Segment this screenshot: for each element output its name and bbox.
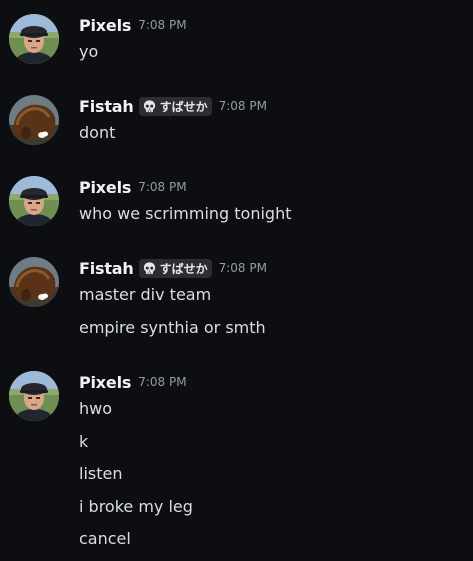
pixels-avatar-icon[interactable]	[9, 371, 59, 421]
timestamp: 7:08 PM	[218, 261, 267, 275]
message-text: dont	[79, 123, 116, 142]
message-text: who we scrimming tonight	[79, 204, 292, 223]
username[interactable]: Fistah	[79, 259, 134, 278]
timestamp: 7:08 PM	[138, 180, 187, 194]
message-text: empire synthia or smth	[79, 318, 266, 337]
message-header: Pixels 7:08 PM	[79, 176, 187, 198]
server-tag-label: すばせか	[159, 99, 208, 114]
timestamp: 7:08 PM	[138, 18, 187, 32]
pixels-avatar-icon[interactable]	[9, 176, 59, 226]
message-header: Pixels 7:08 PM	[79, 14, 187, 36]
skull-icon	[142, 99, 157, 114]
message-text: i broke my leg	[79, 497, 193, 516]
message-header: Pixels 7:08 PM	[79, 371, 187, 393]
username[interactable]: Fistah	[79, 97, 134, 116]
message-text: k	[79, 432, 89, 451]
chat-message-list: Pixels 7:08 PM yo Fistah すばせか 7:08 PM do…	[0, 0, 473, 561]
message-text: yo	[79, 42, 99, 61]
message-header: Fistah すばせか 7:08 PM	[79, 257, 267, 279]
message-text: listen	[79, 464, 123, 483]
fistah-avatar-icon[interactable]	[9, 257, 59, 307]
timestamp: 7:08 PM	[138, 375, 187, 389]
message-text: cancel	[79, 529, 131, 548]
skull-icon	[142, 261, 157, 276]
timestamp: 7:08 PM	[218, 99, 267, 113]
username[interactable]: Pixels	[79, 373, 131, 392]
server-tag[interactable]: すばせか	[138, 258, 212, 278]
server-tag[interactable]: すばせか	[138, 96, 212, 116]
username[interactable]: Pixels	[79, 178, 131, 197]
fistah-avatar-icon[interactable]	[9, 95, 59, 145]
message-header: Fistah すばせか 7:08 PM	[79, 95, 267, 117]
username[interactable]: Pixels	[79, 16, 131, 35]
pixels-avatar-icon[interactable]	[9, 14, 59, 64]
message-text: master div team	[79, 285, 212, 304]
message-text: hwo	[79, 399, 113, 418]
server-tag-label: すばせか	[159, 261, 208, 276]
